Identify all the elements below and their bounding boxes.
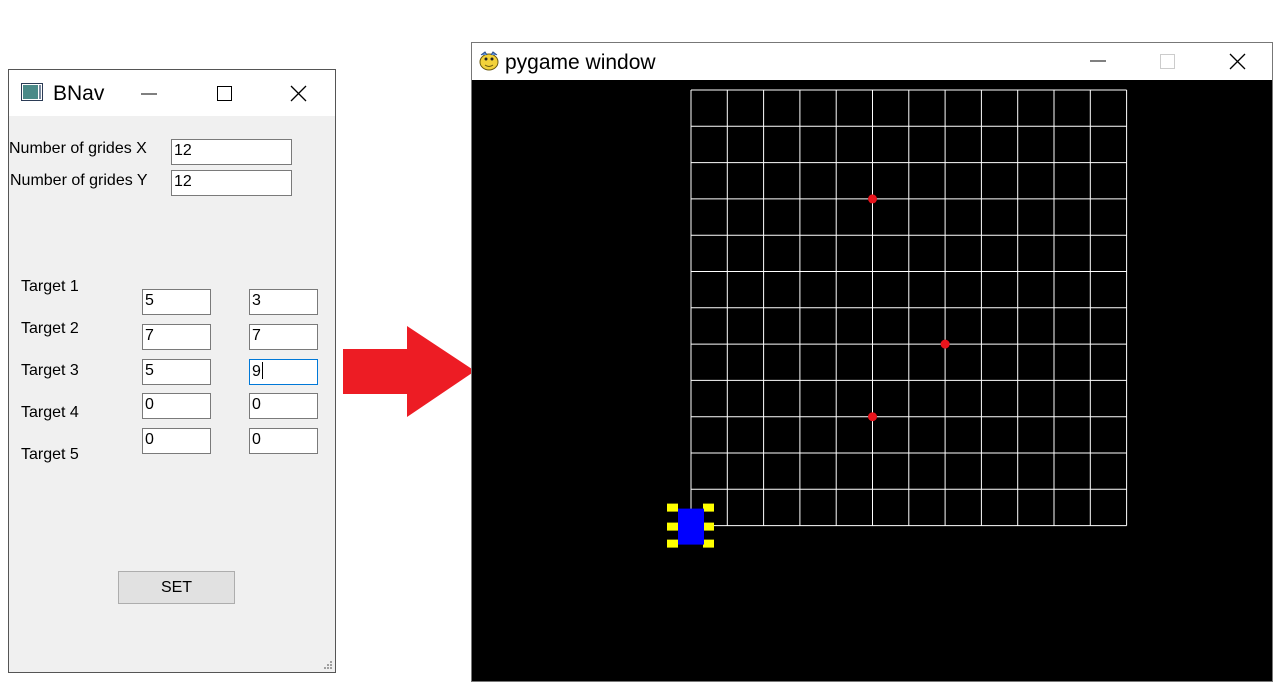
target-5-x-field[interactable]: 0 — [142, 428, 211, 454]
grid-x-field[interactable]: 12 — [171, 139, 292, 165]
target-2-x-field[interactable]: 7 — [142, 324, 211, 350]
grid-y-field[interactable]: 12 — [171, 170, 292, 196]
target-1-x-field[interactable]: 5 — [142, 289, 211, 315]
target-4-x-field[interactable]: 0 — [142, 393, 211, 419]
grid-x-label: Number of grides X — [9, 140, 147, 157]
target-marker — [940, 339, 950, 349]
maximize-icon — [217, 86, 232, 101]
resize-grip-icon[interactable] — [323, 660, 333, 670]
target-4-y-field[interactable]: 0 — [249, 393, 318, 419]
bnav-window: BNav Number of grides X 12 Number of gri… — [8, 69, 336, 673]
app-icon — [21, 83, 43, 101]
close-button[interactable] — [275, 70, 321, 116]
text-caret — [261, 362, 263, 379]
robot-wheel — [703, 522, 714, 531]
target-3-label: Target 3 — [21, 362, 79, 379]
close-icon — [1229, 53, 1246, 70]
right-arrow-icon — [343, 326, 475, 417]
target-5-y-field[interactable]: 0 — [249, 428, 318, 454]
maximize-button — [1144, 43, 1190, 80]
maximize-icon — [1160, 54, 1175, 69]
target-2-label: Target 2 — [21, 320, 79, 337]
robot-wheel — [667, 539, 678, 548]
set-button[interactable]: SET — [118, 571, 235, 604]
pygame-titlebar: pygame window — [472, 43, 1272, 80]
maximize-button[interactable] — [201, 70, 247, 116]
target-marker — [868, 412, 877, 422]
target-3-y-field[interactable]: 9 — [249, 359, 318, 385]
minimize-icon — [1090, 60, 1106, 62]
robot-wheel — [703, 503, 714, 512]
robot-body — [678, 508, 704, 545]
target-5-label: Target 5 — [21, 446, 79, 463]
target-3-x-field[interactable]: 5 — [142, 359, 211, 385]
target-1-y-field[interactable]: 3 — [249, 289, 318, 315]
minimize-button[interactable] — [1074, 43, 1120, 80]
target-1-label: Target 1 — [21, 278, 79, 295]
close-icon — [290, 85, 307, 102]
target-3-y-value: 9 — [252, 363, 261, 380]
window-title: BNav — [53, 82, 105, 105]
target-marker — [868, 194, 877, 204]
target-2-y-field[interactable]: 7 — [249, 324, 318, 350]
python-snake-icon — [477, 49, 501, 73]
target-4-label: Target 4 — [21, 404, 79, 421]
minimize-icon — [141, 93, 157, 95]
robot-wheel — [667, 522, 678, 531]
grid-y-label: Number of grides Y — [10, 172, 148, 189]
pygame-canvas — [472, 80, 1272, 681]
pygame-window: pygame window — [471, 42, 1273, 682]
close-button[interactable] — [1214, 43, 1260, 80]
minimize-button[interactable] — [127, 70, 173, 116]
window-title: pygame window — [505, 51, 656, 74]
bnav-titlebar: BNav — [9, 70, 335, 116]
robot-wheel — [667, 503, 678, 512]
robot-wheel — [703, 539, 714, 548]
